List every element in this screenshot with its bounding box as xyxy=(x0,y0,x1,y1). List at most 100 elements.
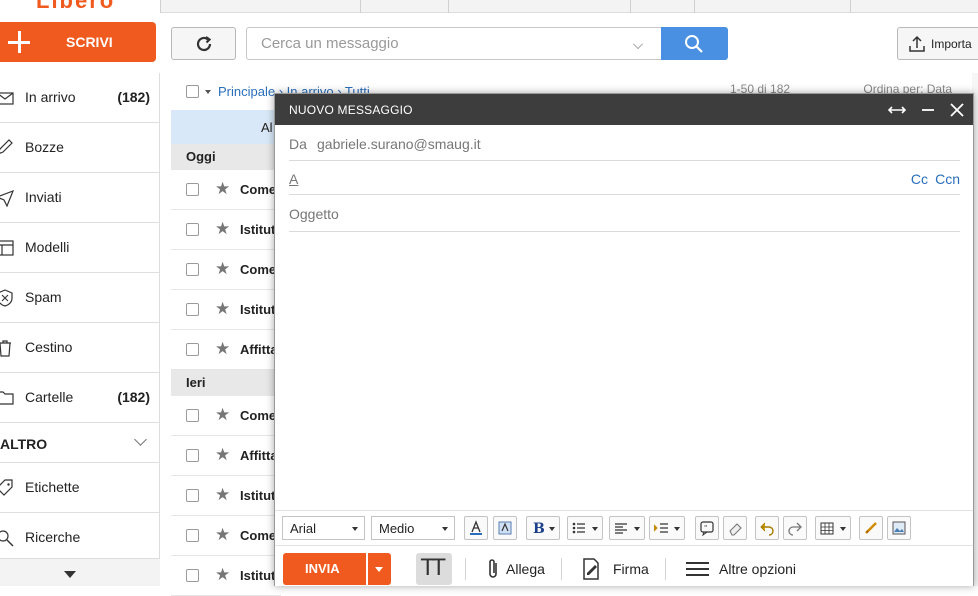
search-input[interactable] xyxy=(261,35,611,52)
star-icon[interactable]: ★ xyxy=(215,485,230,505)
star-icon[interactable]: ★ xyxy=(215,405,230,425)
star-icon[interactable]: ★ xyxy=(215,565,230,585)
minimize-icon[interactable] xyxy=(918,100,938,120)
sidebar-item-folders[interactable]: Cartelle (182) xyxy=(0,373,160,423)
subject-field[interactable]: Oggetto xyxy=(289,195,960,232)
row-checkbox[interactable] xyxy=(186,449,199,462)
sidebar-item-sent[interactable]: Inviati xyxy=(0,173,160,223)
tab-5[interactable] xyxy=(694,0,850,13)
sidebar-item-labels[interactable]: Etichette xyxy=(0,463,160,513)
divider xyxy=(465,558,466,580)
sender: Istitut xyxy=(240,222,276,237)
bullet-list-button[interactable] xyxy=(567,516,603,540)
select-all-banner[interactable]: Al xyxy=(171,110,281,144)
to-label[interactable]: A xyxy=(289,171,298,187)
search-box[interactable] xyxy=(246,27,662,60)
tab-4[interactable] xyxy=(630,0,694,13)
sidebar-item-label: Bozze xyxy=(25,139,64,155)
select-all-checkbox[interactable] xyxy=(186,85,199,98)
bold-button[interactable]: B xyxy=(526,516,560,540)
sidebar-item-templates[interactable]: Modelli xyxy=(0,223,160,273)
compose-button[interactable]: SCRIVI xyxy=(0,22,156,62)
row-checkbox[interactable] xyxy=(186,409,199,422)
tab-2[interactable] xyxy=(360,0,448,13)
insert-link-button[interactable] xyxy=(859,516,883,540)
row-checkbox[interactable] xyxy=(186,489,199,502)
attach-button[interactable]: Allega xyxy=(485,553,555,585)
caret-down-icon[interactable] xyxy=(205,90,211,94)
star-icon[interactable]: ★ xyxy=(215,259,230,279)
tab-3[interactable] xyxy=(448,0,630,13)
align-button[interactable] xyxy=(609,516,645,540)
list-item[interactable]: ★ Istitut xyxy=(171,290,281,330)
undo-button[interactable] xyxy=(755,516,779,540)
subject-placeholder[interactable]: Oggetto xyxy=(289,206,339,222)
close-icon[interactable] xyxy=(947,100,967,120)
insert-table-button[interactable] xyxy=(815,516,851,540)
row-checkbox[interactable] xyxy=(186,303,199,316)
sidebar-item-trash[interactable]: Cestino xyxy=(0,323,160,373)
background-color-button[interactable] xyxy=(493,516,517,540)
send-options-button[interactable] xyxy=(368,553,391,585)
refresh-button[interactable] xyxy=(171,27,236,60)
list-item[interactable]: ★ Come xyxy=(171,250,281,290)
row-checkbox[interactable] xyxy=(186,223,199,236)
list-item[interactable]: ★ Come xyxy=(171,516,281,556)
indent-button[interactable] xyxy=(649,516,685,540)
star-icon[interactable]: ★ xyxy=(215,339,230,359)
sidebar-item-label: Spam xyxy=(25,289,62,305)
row-checkbox[interactable] xyxy=(186,529,199,542)
text-color-button[interactable] xyxy=(464,516,488,540)
row-checkbox[interactable] xyxy=(186,263,199,276)
star-icon[interactable]: ★ xyxy=(215,299,230,319)
list-item[interactable]: ★ Affitta xyxy=(171,330,281,370)
quote-button[interactable]: " xyxy=(695,516,719,540)
list-item[interactable]: ★ Come xyxy=(171,396,281,436)
redo-button[interactable] xyxy=(783,516,807,540)
star-icon[interactable]: ★ xyxy=(215,179,230,199)
more-options-button[interactable]: Altre opzioni xyxy=(685,553,805,585)
list-item[interactable]: ★ Affitta xyxy=(171,436,281,476)
import-button[interactable]: Importa xyxy=(897,27,978,60)
row-checkbox[interactable] xyxy=(186,183,199,196)
sidebar-section-other[interactable]: ALTRO xyxy=(0,423,160,463)
list-item[interactable]: ★ Come xyxy=(171,170,281,210)
bcc-link[interactable]: Ccn xyxy=(935,171,960,187)
body-scrollbar[interactable] xyxy=(969,127,973,507)
chevron-down-icon[interactable] xyxy=(633,39,643,49)
bullet-list-icon xyxy=(572,522,585,534)
chevron-down-icon[interactable] xyxy=(134,433,147,446)
from-address[interactable]: gabriele.surano@smaug.it xyxy=(317,136,481,152)
star-icon[interactable]: ★ xyxy=(215,525,230,545)
list-item[interactable]: ★ Istitut xyxy=(171,476,281,516)
text-format-toggle[interactable]: TT xyxy=(416,553,452,585)
caret-down-icon xyxy=(64,571,76,578)
row-checkbox[interactable] xyxy=(186,343,199,356)
row-checkbox[interactable] xyxy=(186,569,199,582)
sidebar-item-drafts[interactable]: Bozze xyxy=(0,123,160,173)
table-icon xyxy=(820,522,834,535)
sidebar-expand-button[interactable] xyxy=(0,558,160,586)
trash-icon xyxy=(0,340,11,357)
font-family-select[interactable]: Arial xyxy=(282,516,365,540)
insert-image-button[interactable] xyxy=(887,516,911,540)
sidebar-item-spam[interactable]: Spam xyxy=(0,273,160,323)
send-button[interactable]: INVIA xyxy=(283,553,366,585)
search-button[interactable] xyxy=(661,27,728,60)
expand-horizontal-icon[interactable] xyxy=(887,100,907,120)
sidebar-item-searches[interactable]: Ricerche xyxy=(0,513,160,563)
to-field[interactable]: A Ccn Cc xyxy=(289,161,960,195)
signature-button[interactable]: Firma xyxy=(581,553,651,585)
cc-link[interactable]: Cc xyxy=(911,171,928,187)
list-item[interactable]: ★ Istitut xyxy=(171,210,281,250)
star-icon[interactable]: ★ xyxy=(215,445,230,465)
sidebar-item-inbox[interactable]: In arrivo (182) xyxy=(0,73,160,123)
star-icon[interactable]: ★ xyxy=(215,219,230,239)
tab-1[interactable] xyxy=(160,0,360,13)
folder-icon xyxy=(0,391,14,405)
from-field[interactable]: Da gabriele.surano@smaug.it xyxy=(289,127,960,161)
font-size-select[interactable]: Medio xyxy=(371,516,455,540)
clear-format-button[interactable] xyxy=(723,516,747,540)
list-item[interactable]: ★ Istitut xyxy=(171,556,281,596)
tab-6[interactable] xyxy=(850,0,978,13)
